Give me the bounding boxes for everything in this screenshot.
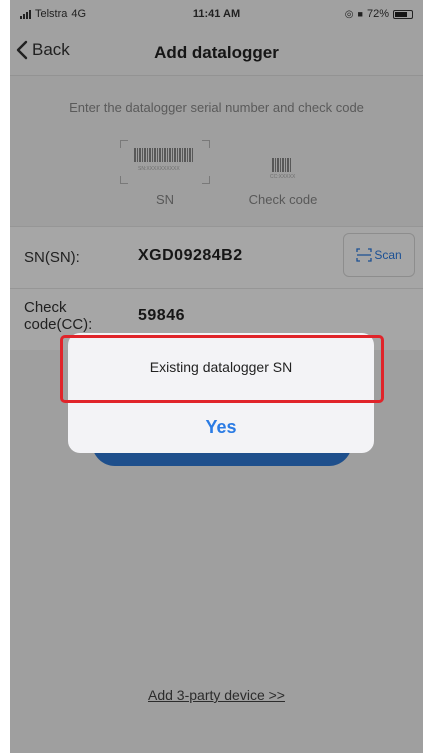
yes-button[interactable]: Yes (68, 401, 374, 453)
highlight-annotation (60, 335, 384, 403)
phone-screen: Telstra 4G 11:41 AM ◎ ■ 72% Back Add dat… (10, 0, 423, 753)
